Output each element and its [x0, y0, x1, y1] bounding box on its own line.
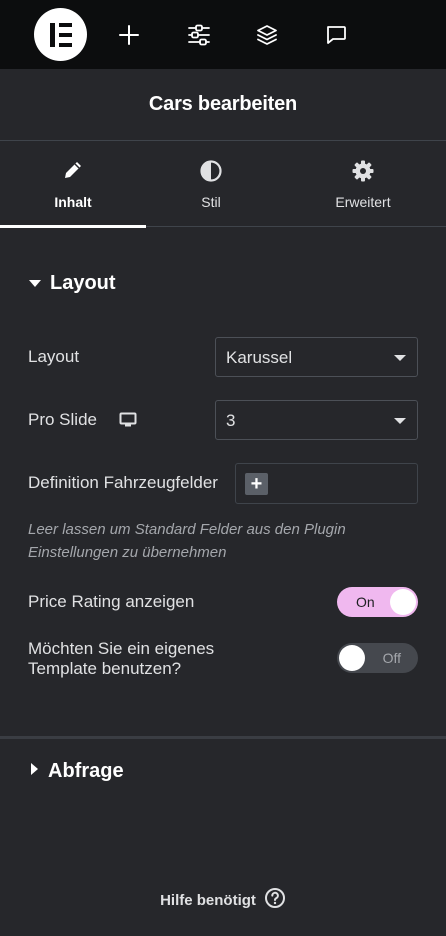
gear-icon: [290, 159, 436, 183]
plus-icon[interactable]: [111, 17, 147, 53]
pencil-icon: [0, 159, 146, 181]
panel-tabs: Inhalt Stil Erweitert: [0, 141, 446, 228]
caret-right-icon: [28, 762, 40, 781]
template-label-line1: Möchten Sie ein eigenes: [28, 639, 215, 658]
section-divider: [0, 736, 446, 739]
top-bar: [0, 0, 446, 69]
template-toggle[interactable]: Off: [337, 643, 418, 673]
section-title: Abfrage: [48, 760, 124, 782]
toggle-state-label: Off: [382, 650, 401, 666]
desktop-icon[interactable]: [119, 412, 137, 428]
tab-label: Inhalt: [54, 194, 92, 210]
pro-slide-label-group: Pro Slide: [28, 410, 137, 430]
toggle-knob: [390, 589, 416, 615]
panel-title: Cars bearbeiten: [148, 93, 298, 115]
definition-repeater: +: [235, 463, 418, 504]
layout-label: Layout: [28, 347, 80, 366]
help-link[interactable]: Hilfe benötigt: [0, 887, 446, 914]
question-circle-icon: [264, 887, 286, 914]
section-abfrage-header[interactable]: Abfrage: [28, 760, 124, 783]
tab-label: Erweitert: [335, 194, 391, 210]
chevron-down-icon: [394, 418, 406, 424]
template-label: Möchten Sie ein eigenes Template benutze…: [28, 639, 214, 679]
help-description: Leer lassen um Standard Felder aus den P…: [28, 521, 346, 561]
add-item-button[interactable]: +: [245, 473, 268, 495]
caret-down-icon: [28, 275, 42, 293]
pro-slide-select-value: 3: [226, 411, 236, 430]
toggle-state-label: On: [356, 594, 375, 610]
price-rating-toggle[interactable]: On: [337, 587, 418, 617]
definition-label: Definition Fahrzeugfelder: [28, 473, 218, 492]
half-circle-icon: [138, 159, 284, 183]
tab-advanced[interactable]: Erweitert: [290, 141, 436, 227]
settings-sliders-icon[interactable]: [181, 17, 217, 53]
pro-slide-label: Pro Slide: [28, 410, 97, 429]
tab-style[interactable]: Stil: [138, 141, 284, 227]
tab-content[interactable]: Inhalt: [0, 141, 146, 228]
comment-icon[interactable]: [318, 17, 354, 53]
layout-select[interactable]: Karussel: [215, 337, 418, 377]
template-label-line2: Template benutzen?: [28, 659, 182, 678]
elementor-logo-icon[interactable]: [34, 8, 87, 61]
section-title: Layout: [50, 272, 116, 294]
help-label: Hilfe benötigt: [160, 892, 256, 909]
layers-icon[interactable]: [249, 17, 285, 53]
chevron-down-icon: [394, 355, 406, 361]
panel-header: Cars bearbeiten: [0, 69, 446, 141]
tab-label: Stil: [201, 194, 221, 210]
pro-slide-select[interactable]: 3: [215, 400, 418, 440]
price-rating-label: Price Rating anzeigen: [28, 592, 195, 611]
toggle-knob: [339, 645, 365, 671]
layout-select-value: Karussel: [226, 348, 293, 367]
section-layout-header[interactable]: Layout: [28, 272, 116, 295]
